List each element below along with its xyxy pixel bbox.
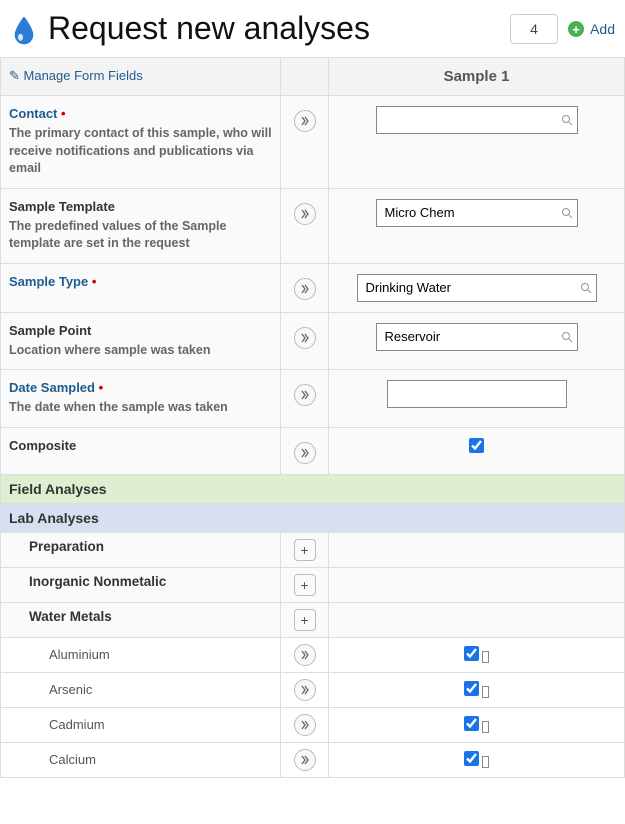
- search-icon: [561, 114, 573, 126]
- sample-column-header: Sample 1: [329, 58, 625, 96]
- copy-across-button[interactable]: [294, 278, 316, 300]
- lock-icon: [482, 686, 489, 698]
- copy-across-button[interactable]: [294, 203, 316, 225]
- analyte-checkbox[interactable]: [464, 681, 479, 696]
- lock-icon: [482, 721, 489, 733]
- required-indicator: •: [95, 380, 103, 395]
- expand-category-button[interactable]: +: [294, 574, 316, 596]
- water-drop-icon: [10, 14, 38, 44]
- copy-across-button[interactable]: [294, 327, 316, 349]
- field-description: Location where sample was taken: [9, 342, 272, 360]
- analyte-checkbox[interactable]: [464, 751, 479, 766]
- composite-checkbox[interactable]: [469, 438, 484, 453]
- lookup-field[interactable]: [376, 199, 578, 227]
- field-label[interactable]: Sample Type •: [9, 274, 272, 289]
- lock-icon: [482, 651, 489, 663]
- copy-across-button[interactable]: [294, 714, 316, 736]
- field-description: The predefined values of the Sample temp…: [9, 218, 272, 253]
- field-label[interactable]: Contact •: [9, 106, 272, 121]
- analyte-label: Cadmium: [9, 717, 105, 732]
- required-indicator: •: [88, 274, 96, 289]
- lookup-field[interactable]: [376, 323, 578, 351]
- field-label: Sample Point: [9, 323, 272, 338]
- copy-across-button[interactable]: [294, 384, 316, 406]
- lock-icon: [482, 756, 489, 768]
- analyte-label: Calcium: [9, 752, 96, 767]
- required-indicator: •: [57, 106, 65, 121]
- field-description: The date when the sample was taken: [9, 399, 272, 417]
- add-button-label: Add: [590, 21, 615, 37]
- field-label: Sample Template: [9, 199, 272, 214]
- lookup-input[interactable]: [385, 205, 561, 220]
- analyte-checkbox[interactable]: [464, 716, 479, 731]
- date-input[interactable]: [387, 380, 567, 408]
- analyte-label: Arsenic: [9, 682, 92, 697]
- add-button[interactable]: + Add: [568, 21, 615, 37]
- search-icon: [561, 331, 573, 343]
- expand-category-button[interactable]: +: [294, 609, 316, 631]
- analyte-label: Aluminium: [9, 647, 110, 662]
- expand-category-button[interactable]: +: [294, 539, 316, 561]
- lookup-input[interactable]: [385, 113, 561, 128]
- field-label: Composite: [9, 438, 272, 453]
- section-lab-analyses: Lab Analyses: [1, 503, 625, 532]
- category-label: Inorganic Nonmetalic: [9, 574, 166, 589]
- section-field-analyses: Field Analyses: [1, 474, 625, 503]
- search-icon: [561, 207, 573, 219]
- category-label: Preparation: [9, 539, 104, 554]
- copy-across-button[interactable]: [294, 644, 316, 666]
- search-icon: [580, 282, 592, 294]
- category-label: Water Metals: [9, 609, 112, 624]
- lookup-field[interactable]: [357, 274, 597, 302]
- lookup-input[interactable]: [385, 329, 561, 344]
- analyte-checkbox[interactable]: [464, 646, 479, 661]
- copy-across-button[interactable]: [294, 110, 316, 132]
- lookup-field[interactable]: [376, 106, 578, 134]
- field-label[interactable]: Date Sampled •: [9, 380, 272, 395]
- copy-across-button[interactable]: [294, 442, 316, 464]
- field-description: The primary contact of this sample, who …: [9, 125, 272, 178]
- manage-form-fields-link[interactable]: ✎ Manage Form Fields: [9, 68, 143, 83]
- lookup-input[interactable]: [366, 280, 580, 295]
- copy-across-button[interactable]: [294, 679, 316, 701]
- copy-across-button[interactable]: [294, 749, 316, 771]
- sample-count-input[interactable]: [510, 14, 558, 44]
- plus-circle-icon: +: [568, 21, 584, 37]
- page-title: Request new analyses: [48, 10, 500, 47]
